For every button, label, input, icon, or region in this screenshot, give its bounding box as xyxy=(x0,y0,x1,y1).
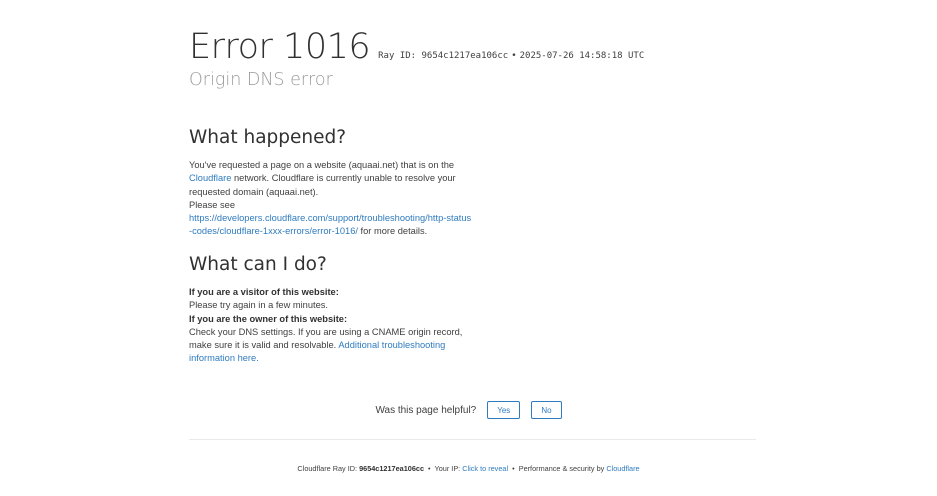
footer-separator-1: • xyxy=(428,464,431,473)
feedback-row: Was this page helpful? Yes No xyxy=(0,401,937,419)
what-happened-body: You've requested a page on a website (aq… xyxy=(189,159,474,239)
what-happened-section: What happened? You've requested a page o… xyxy=(189,126,474,239)
feedback-no-button[interactable]: No xyxy=(531,401,562,419)
feedback-question: Was this page helpful? xyxy=(375,404,477,416)
timestamp: 2025-07-26 14:58:18 UTC xyxy=(519,51,645,61)
footer-separator-2: • xyxy=(512,464,515,473)
what-can-i-do-section: What can I do? If you are a visitor of t… xyxy=(189,253,474,366)
error-doc-link[interactable]: https://developers.cloudflare.com/suppor… xyxy=(189,213,471,236)
error-header: Error 1016 Ray ID: 9654c1217ea106cc • 2025… xyxy=(189,26,789,92)
ray-id: Ray ID: 9654c1217ea106cc xyxy=(378,51,509,61)
cloudflare-link[interactable]: Cloudflare xyxy=(189,173,231,183)
owner-label: If you are the owner of this website: xyxy=(189,313,474,326)
footer-perf-prefix: Performance & security by xyxy=(518,464,607,473)
owner-paragraph: Check your DNS settings. If you are usin… xyxy=(189,326,474,366)
reveal-ip-link[interactable]: Click to reveal xyxy=(462,464,508,473)
what-happened-paragraph: You've requested a page on a website (aq… xyxy=(189,159,474,199)
footer: Cloudflare Ray ID: 9654c1217ea106cc • Yo… xyxy=(0,464,937,473)
what-can-i-do-heading: What can I do? xyxy=(189,254,327,275)
footer-divider xyxy=(189,439,756,440)
more-details-text: for more details. xyxy=(357,226,428,237)
title-row: Error 1016 Ray ID: 9654c1217ea106cc • 2025… xyxy=(189,26,789,68)
footer-ip-prefix: Your IP: xyxy=(434,464,463,473)
what-can-i-do-body: If you are a visitor of this website: Pl… xyxy=(189,286,474,366)
what-happened-text-1: You've requested a page on a website (aq… xyxy=(189,160,455,170)
error-subtitle: Origin DNS error xyxy=(189,70,333,90)
visitor-label-text: If you are a visitor of this website: xyxy=(189,287,339,297)
visitor-label: If you are a visitor of this website: xyxy=(189,286,474,299)
error-page: Error 1016 Ray ID: 9654c1217ea106cc • 2025… xyxy=(0,0,937,496)
error-title: Error 1016 xyxy=(189,27,371,67)
please-see-text: Please see xyxy=(189,199,235,210)
owner-label-text: If you are the owner of this website: xyxy=(189,313,348,324)
footer-ray-id: 9654c1217ea106cc xyxy=(359,464,425,473)
footer-cloudflare-link[interactable]: Cloudflare xyxy=(606,464,639,473)
doc-link-paragraph: https://developers.cloudflare.com/suppor… xyxy=(189,212,474,239)
visitor-text: Please try again in a few minutes. xyxy=(189,300,329,311)
ray-id-line: Ray ID: 9654c1217ea106cc • 2025-07-26 14:5… xyxy=(378,51,644,61)
feedback-yes-button[interactable]: Yes xyxy=(487,401,521,419)
what-happened-heading: What happened? xyxy=(189,127,347,148)
ray-separator: • xyxy=(511,51,517,61)
footer-ray-prefix: Cloudflare Ray ID: xyxy=(297,464,360,473)
